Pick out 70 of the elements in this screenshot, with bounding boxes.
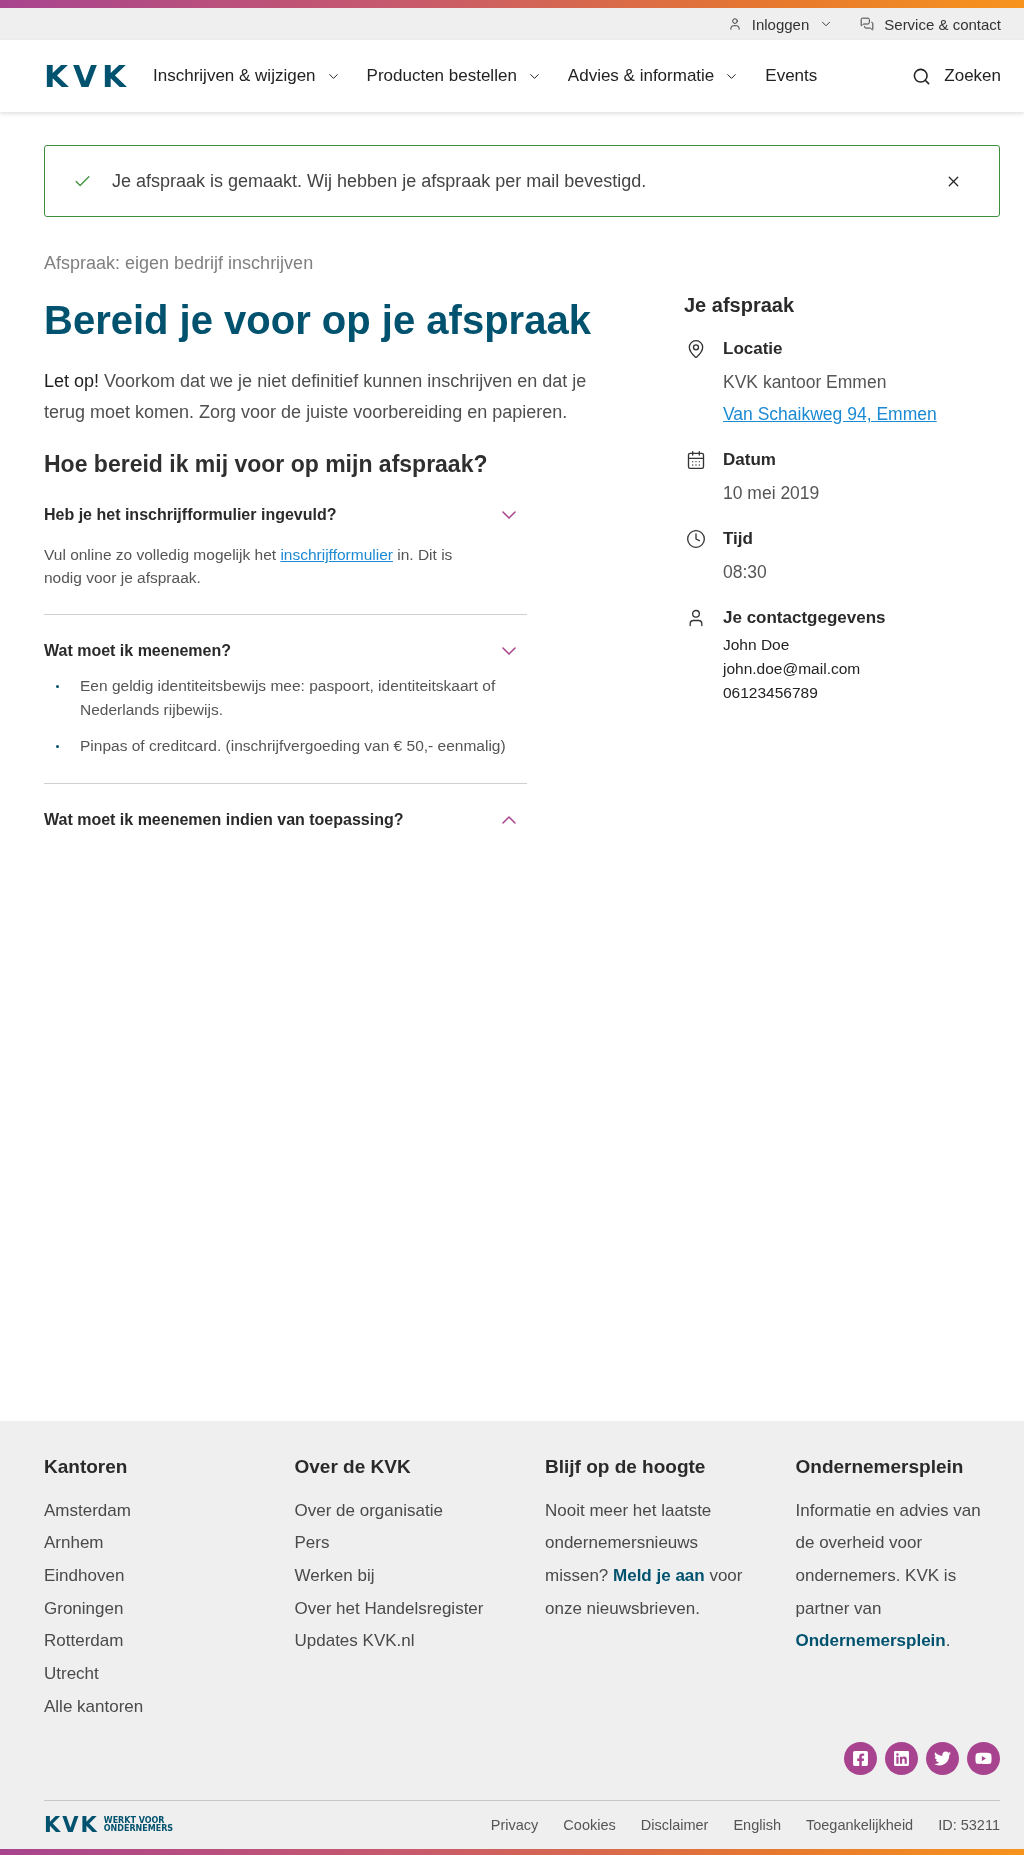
footer-link[interactable]: Werken bij	[294, 1560, 375, 1593]
info-label: Datum	[723, 449, 777, 471]
bullet-icon	[56, 685, 59, 688]
footer-link[interactable]: Alle kantoren	[44, 1690, 144, 1724]
footer-bottom-link[interactable]: Cookies	[563, 1817, 616, 1833]
youtube-icon[interactable]	[967, 1742, 1000, 1775]
footer-bottom-link[interactable]: English	[733, 1817, 781, 1833]
clock-icon	[686, 529, 706, 549]
info-label: Locatie	[723, 338, 784, 360]
info-value: 06123456789	[723, 683, 818, 703]
search-button[interactable]: Zoeken	[912, 66, 1001, 86]
footer-link[interactable]: Over de organisatie	[294, 1494, 443, 1528]
section-title: Hoe bereid ik mij voor op mijn afspraak?	[44, 450, 489, 479]
footer-bottom-link[interactable]: Privacy	[490, 1817, 539, 1833]
footer-link[interactable]: Over het Handelsregister	[294, 1592, 484, 1626]
sidebar-title: Je afspraak	[684, 293, 796, 318]
footer-heading: Blijf op de hoogte	[545, 1455, 707, 1479]
page-title: Bereid je voor op je afspraak	[44, 297, 592, 344]
chat-icon	[860, 17, 875, 31]
service-contact-link[interactable]: Service & contact	[860, 15, 1001, 33]
footer-link[interactable]: Rotterdam	[44, 1625, 124, 1659]
footer-inline-link[interactable]: Meld je aan	[613, 1566, 705, 1585]
list-item-text: Pinpas of creditcard. (inschrijfvergoeding van € 50,- eenmalig)	[80, 736, 507, 756]
footer-text: Informatie en advies van de overheid voor ondernemers. KVK is partner van Ondernemersplein.	[795, 1499, 982, 1653]
search-icon	[912, 66, 932, 86]
calendar-icon	[686, 450, 706, 470]
footer-text: Nooit meer het laatste ondernemersnieuws missen? Meld je aan voor onze nieuwsbrieven.	[545, 1499, 744, 1620]
footer-link[interactable]: Eindhoven	[44, 1560, 125, 1593]
nav-menu-button[interactable]: Inschrijven & wijzigen	[153, 66, 341, 86]
info-value: KVK kantoor Emmen	[723, 371, 887, 394]
footer-heading: Kantoren	[44, 1455, 129, 1479]
twitter-icon[interactable]	[926, 1742, 959, 1775]
user-icon	[727, 17, 742, 31]
form-link[interactable]: inschrijfformulier	[280, 546, 393, 563]
footer-link[interactable]: Groningen	[44, 1592, 124, 1626]
footer-link[interactable]: Pers	[294, 1527, 330, 1560]
page-subtitle: Afspraak: eigen bedrijf inschrijven	[44, 252, 315, 275]
list-item-text: Een geldig identiteitsbewijs mee: paspoort, identiteitskaart of Nederlands rijbewijs.	[80, 676, 497, 720]
location-pin-icon	[686, 339, 706, 359]
intro-text: Let op! Voorkom dat we je niet definitief kunnen inschrijven en dat je terug moet komen. Zorg voor de juiste voorbereiding en papieren.	[44, 370, 588, 424]
info-label: Je contactgegevens	[723, 607, 887, 629]
footer-inline-link[interactable]: Ondernemersplein	[795, 1631, 946, 1651]
nav-menu-button[interactable]: Advies & informatie	[567, 66, 740, 86]
footer-bottom-link[interactable]: Toegankelijkheid	[805, 1817, 914, 1833]
info-value: john.doe@mail.com	[723, 659, 861, 679]
info-value: 10 mei 2019	[723, 482, 820, 505]
site-logo[interactable]: KVK	[44, 60, 132, 92]
nav-link[interactable]: Events	[765, 66, 818, 86]
bullet-icon	[56, 745, 59, 748]
accordion-header[interactable]: Heb je het inschrijfformulier ingevuld?	[44, 495, 527, 535]
info-label: Tijd	[723, 528, 754, 550]
footer-bottom-link[interactable]: Disclaimer	[640, 1817, 709, 1833]
footer-link[interactable]: Updates KVK.nl	[294, 1625, 415, 1659]
linkedin-icon[interactable]	[885, 1742, 918, 1775]
alert-message: Je afspraak is gemaakt. Wij hebben je afspraak per mail bevestigd.	[112, 170, 648, 192]
site-id: ID: 53211	[938, 1817, 1000, 1833]
nav-menu-button[interactable]: Producten bestellen	[366, 66, 542, 86]
login-menu-button[interactable]: Inloggen	[727, 15, 834, 33]
info-value: John Doe	[723, 635, 790, 655]
footer-link[interactable]: Amsterdam	[44, 1494, 131, 1528]
footer-heading: Over de KVK	[294, 1455, 412, 1479]
accordion-header[interactable]: Wat moet ik meenemen indien van toepassing?	[44, 800, 527, 840]
accordion-header[interactable]: Wat moet ik meenemen?	[44, 631, 527, 671]
footer-link[interactable]: Utrecht	[44, 1658, 99, 1691]
footer-heading: Ondernemersplein	[795, 1455, 965, 1479]
info-value: 08:30	[723, 561, 767, 584]
facebook-icon[interactable]	[844, 1742, 877, 1775]
accordion-text: Vul online zo volledig mogelijk het inschrijfformulier in. Dit is nodig voor je afspraak.	[44, 545, 454, 588]
footer-link[interactable]: Arnhem	[44, 1527, 104, 1560]
address-link[interactable]: Van Schaikweg 94, Emmen	[723, 398, 937, 430]
